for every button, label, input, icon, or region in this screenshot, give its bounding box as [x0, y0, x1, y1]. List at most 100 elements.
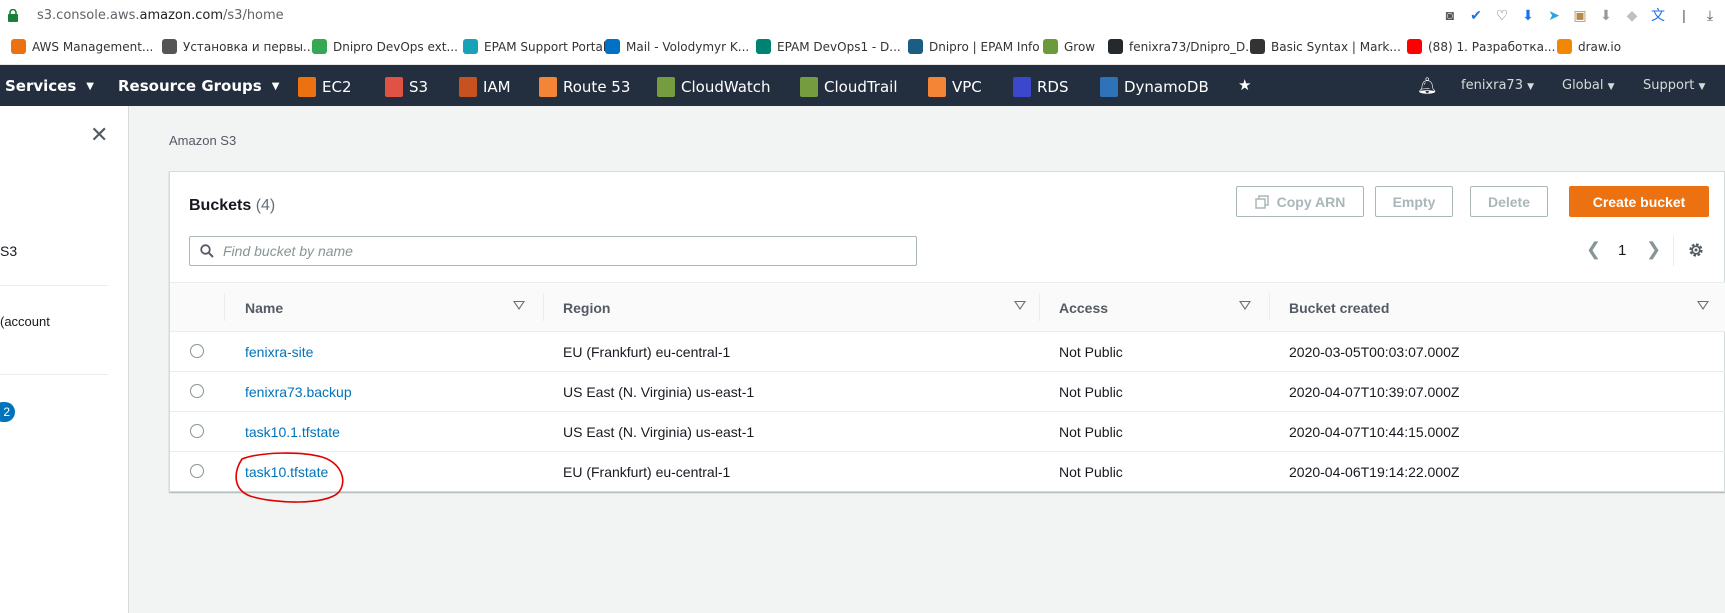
- bookmark-label: EPAM DevOps1 - D...: [777, 39, 901, 54]
- url-prefix: s3.console.aws.: [37, 8, 140, 23]
- nav-shortcut-label: CloudTrail: [824, 78, 898, 96]
- chevron-down-icon: ▼: [1607, 82, 1615, 92]
- copy-arn-label: Copy ARN: [1276, 193, 1346, 210]
- resource-groups-menu[interactable]: Resource Groups ▼: [118, 77, 279, 95]
- account-menu[interactable]: fenixra73 ▼: [1461, 78, 1534, 93]
- breadcrumb[interactable]: Amazon S3: [169, 133, 236, 148]
- translate-icon[interactable]: 文: [1649, 6, 1667, 24]
- gear-icon[interactable]: [1687, 241, 1705, 259]
- bucket-created-cell: 2020-03-05T00:03:07.000Z: [1289, 344, 1460, 360]
- bucket-name-link[interactable]: fenixra-site: [245, 344, 313, 360]
- bookmark-item[interactable]: Dnipro DevOps ext...: [312, 39, 458, 54]
- nav-shortcut-cloudwatch[interactable]: CloudWatch: [657, 77, 771, 97]
- url-text[interactable]: s3.console.aws.amazon.com/s3/home: [37, 8, 284, 23]
- shield-check-icon[interactable]: ✔: [1467, 6, 1485, 24]
- search-input[interactable]: [223, 241, 903, 261]
- annotation-circle: [235, 452, 344, 503]
- column-divider: [1039, 293, 1040, 321]
- pin-icon[interactable]: ★: [1238, 76, 1251, 94]
- download-icon[interactable]: ⬇: [1519, 6, 1537, 24]
- support-menu[interactable]: Support ▼: [1643, 78, 1705, 93]
- bookmark-item[interactable]: EPAM Support Portal: [463, 39, 606, 54]
- bucket-access-cell: Not Public: [1059, 344, 1123, 360]
- row-select-radio[interactable]: [190, 464, 204, 478]
- s3-icon: [385, 77, 403, 97]
- column-header-bucket-created[interactable]: Bucket created: [1289, 300, 1389, 316]
- copy-arn-button[interactable]: Copy ARN: [1236, 186, 1364, 217]
- camera-icon[interactable]: ◙: [1441, 6, 1459, 24]
- telegram-icon[interactable]: ➤: [1545, 6, 1563, 24]
- bookmark-favicon-icon: [605, 39, 620, 54]
- create-bucket-button[interactable]: Create bucket: [1569, 186, 1709, 217]
- nav-shortcut-label: EC2: [322, 78, 352, 96]
- nav-shortcut-cloudtrail[interactable]: CloudTrail: [800, 77, 898, 97]
- sort-created-icon[interactable]: [1697, 301, 1709, 310]
- search-field[interactable]: [189, 236, 917, 266]
- column-header-region[interactable]: Region: [563, 300, 610, 316]
- arrow-down-icon[interactable]: ⬇: [1597, 6, 1615, 24]
- account-label: fenixra73: [1461, 78, 1523, 93]
- nav-shortcut-route-53[interactable]: Route 53: [539, 77, 630, 97]
- bookmark-item[interactable]: (88) 1. Разработка...: [1407, 39, 1555, 54]
- bookmark-favicon-icon: [756, 39, 771, 54]
- nav-shortcut-vpc[interactable]: VPC: [928, 77, 982, 97]
- empty-button[interactable]: Empty: [1375, 186, 1453, 217]
- column-header-access[interactable]: Access: [1059, 300, 1108, 316]
- bookmark-favicon-icon: [312, 39, 327, 54]
- bucket-name-link[interactable]: task10.1.tfstate: [245, 424, 340, 440]
- bookmark-item[interactable]: Grow: [1043, 39, 1095, 54]
- previous-page-icon[interactable]: ❮: [1586, 240, 1601, 258]
- downloads-icon[interactable]: ⤓: [1701, 6, 1719, 24]
- bookmarks-bar: AWS Management... Установка и первы... Dni…: [0, 32, 1725, 65]
- bookmark-item[interactable]: fenixra73/Dnipro_D...: [1108, 39, 1257, 54]
- nav-shortcut-ec2[interactable]: EC2: [298, 77, 352, 97]
- page-number[interactable]: 1: [1618, 242, 1626, 259]
- nav-shortcut-label: IAM: [483, 78, 511, 96]
- bucket-access-cell: Not Public: [1059, 464, 1123, 480]
- buckets-title: Buckets: [189, 197, 252, 214]
- bookmark-favicon-icon: [162, 39, 177, 54]
- buckets-count: (4): [255, 197, 276, 214]
- nav-shortcut-iam[interactable]: IAM: [459, 77, 511, 97]
- nav-shortcut-label: Route 53: [563, 78, 631, 96]
- row-select-radio[interactable]: [190, 344, 204, 358]
- row-select-radio[interactable]: [190, 424, 204, 438]
- sort-region-icon[interactable]: [1014, 301, 1026, 310]
- heart-icon[interactable]: ♡: [1493, 6, 1511, 24]
- bookmark-label: Установка и первы...: [183, 39, 315, 54]
- bookmark-item[interactable]: Basic Syntax | Mark...: [1250, 39, 1401, 54]
- nav-shortcut-s3[interactable]: S3: [385, 77, 428, 97]
- close-icon[interactable]: ✕: [90, 124, 108, 146]
- row-select-radio[interactable]: [190, 384, 204, 398]
- column-header-name[interactable]: Name: [245, 300, 283, 316]
- extension-face-icon[interactable]: ▣: [1571, 6, 1589, 24]
- sidebar-item-s3[interactable]: S3: [0, 243, 17, 259]
- bucket-created-cell: 2020-04-06T19:14:22.000Z: [1289, 464, 1460, 480]
- bookmark-item[interactable]: Mail - Volodymyr K...: [605, 39, 749, 54]
- nav-shortcut-rds[interactable]: RDS: [1013, 77, 1069, 97]
- bookmark-item[interactable]: EPAM DevOps1 - D...: [756, 39, 901, 54]
- cube-icon[interactable]: ◆: [1623, 6, 1641, 24]
- sidebar-item-account[interactable]: (account: [0, 314, 50, 329]
- bookmark-item[interactable]: draw.io: [1557, 39, 1621, 54]
- bucket-region-cell: EU (Frankfurt) eu-central-1: [563, 344, 731, 360]
- bookmark-item[interactable]: AWS Management...: [11, 39, 153, 54]
- sort-name-icon[interactable]: [513, 301, 525, 310]
- bookmark-favicon-icon: [1407, 39, 1422, 54]
- bookmark-item[interactable]: Установка и первы...: [162, 39, 314, 54]
- bookmark-label: fenixra73/Dnipro_D...: [1129, 39, 1257, 54]
- vpc-icon: [928, 77, 946, 97]
- iam-icon: [459, 77, 477, 97]
- sort-access-icon[interactable]: [1239, 301, 1251, 310]
- region-menu[interactable]: Global ▼: [1562, 78, 1615, 93]
- bookmark-item[interactable]: Dnipro | EPAM Info: [908, 39, 1040, 54]
- copy-icon: [1254, 194, 1269, 209]
- nav-shortcut-dynamodb[interactable]: DynamoDB: [1100, 77, 1209, 97]
- delete-button[interactable]: Delete: [1470, 186, 1548, 217]
- bucket-name-link[interactable]: fenixra73.backup: [245, 384, 352, 400]
- bucket-access-cell: Not Public: [1059, 424, 1123, 440]
- count-badge: 2: [0, 402, 15, 422]
- bell-icon[interactable]: 🔔︎: [1417, 76, 1437, 95]
- next-page-icon[interactable]: ❯: [1646, 240, 1661, 258]
- services-menu[interactable]: Services ▼: [5, 77, 94, 95]
